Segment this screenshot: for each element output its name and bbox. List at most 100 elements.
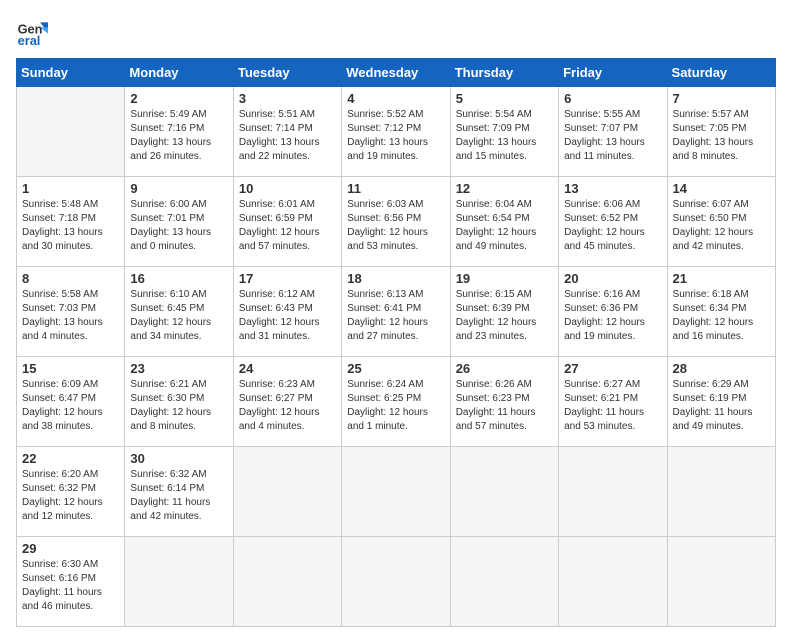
day-number: 7	[673, 91, 770, 106]
day-info: Sunrise: 5:57 AMSunset: 7:05 PMDaylight:…	[673, 108, 770, 164]
calendar-cell	[342, 537, 450, 627]
week-row-3: 8 Sunrise: 5:58 AMSunset: 7:03 PMDayligh…	[17, 267, 776, 357]
calendar-cell: 8 Sunrise: 5:58 AMSunset: 7:03 PMDayligh…	[17, 267, 125, 357]
calendar-cell: 16 Sunrise: 6:10 AMSunset: 6:45 PMDaylig…	[125, 267, 233, 357]
day-number: 29	[22, 541, 119, 556]
day-info: Sunrise: 6:09 AMSunset: 6:47 PMDaylight:…	[22, 378, 119, 434]
day-number: 23	[130, 361, 227, 376]
day-info: Sunrise: 5:58 AMSunset: 7:03 PMDaylight:…	[22, 288, 119, 344]
day-number: 5	[456, 91, 553, 106]
calendar-cell: 4 Sunrise: 5:52 AMSunset: 7:12 PMDayligh…	[342, 87, 450, 177]
day-info: Sunrise: 6:12 AMSunset: 6:43 PMDaylight:…	[239, 288, 336, 344]
day-number: 15	[22, 361, 119, 376]
day-info: Sunrise: 5:52 AMSunset: 7:12 PMDaylight:…	[347, 108, 444, 164]
calendar-cell: 9 Sunrise: 6:00 AMSunset: 7:01 PMDayligh…	[125, 177, 233, 267]
calendar-cell	[233, 537, 341, 627]
day-info: Sunrise: 6:10 AMSunset: 6:45 PMDaylight:…	[130, 288, 227, 344]
calendar-cell: 10 Sunrise: 6:01 AMSunset: 6:59 PMDaylig…	[233, 177, 341, 267]
week-row-5: 22 Sunrise: 6:20 AMSunset: 6:32 PMDaylig…	[17, 447, 776, 537]
day-info: Sunrise: 5:49 AMSunset: 7:16 PMDaylight:…	[130, 108, 227, 164]
day-number: 22	[22, 451, 119, 466]
calendar-cell: 22 Sunrise: 6:20 AMSunset: 6:32 PMDaylig…	[17, 447, 125, 537]
calendar-cell: 28 Sunrise: 6:29 AMSunset: 6:19 PMDaylig…	[667, 357, 775, 447]
col-header-wednesday: Wednesday	[342, 59, 450, 87]
calendar-cell: 5 Sunrise: 5:54 AMSunset: 7:09 PMDayligh…	[450, 87, 558, 177]
calendar-cell	[667, 537, 775, 627]
svg-text:eral: eral	[18, 33, 41, 48]
calendar-cell	[17, 87, 125, 177]
day-number: 14	[673, 181, 770, 196]
day-number: 10	[239, 181, 336, 196]
day-info: Sunrise: 6:04 AMSunset: 6:54 PMDaylight:…	[456, 198, 553, 254]
calendar-cell: 19 Sunrise: 6:15 AMSunset: 6:39 PMDaylig…	[450, 267, 558, 357]
day-info: Sunrise: 6:32 AMSunset: 6:14 PMDaylight:…	[130, 468, 227, 524]
page-header: Gen eral	[16, 16, 776, 48]
week-row-1: 2 Sunrise: 5:49 AMSunset: 7:16 PMDayligh…	[17, 87, 776, 177]
week-row-6: 29 Sunrise: 6:30 AMSunset: 6:16 PMDaylig…	[17, 537, 776, 627]
day-info: Sunrise: 6:16 AMSunset: 6:36 PMDaylight:…	[564, 288, 661, 344]
calendar-cell: 27 Sunrise: 6:27 AMSunset: 6:21 PMDaylig…	[559, 357, 667, 447]
day-number: 18	[347, 271, 444, 286]
calendar-body: 2 Sunrise: 5:49 AMSunset: 7:16 PMDayligh…	[17, 87, 776, 627]
calendar-cell: 18 Sunrise: 6:13 AMSunset: 6:41 PMDaylig…	[342, 267, 450, 357]
col-header-saturday: Saturday	[667, 59, 775, 87]
day-info: Sunrise: 6:13 AMSunset: 6:41 PMDaylight:…	[347, 288, 444, 344]
col-header-thursday: Thursday	[450, 59, 558, 87]
day-number: 25	[347, 361, 444, 376]
calendar-cell	[667, 447, 775, 537]
day-number: 17	[239, 271, 336, 286]
day-info: Sunrise: 6:30 AMSunset: 6:16 PMDaylight:…	[22, 558, 119, 614]
day-number: 9	[130, 181, 227, 196]
calendar-cell: 6 Sunrise: 5:55 AMSunset: 7:07 PMDayligh…	[559, 87, 667, 177]
calendar-cell: 21 Sunrise: 6:18 AMSunset: 6:34 PMDaylig…	[667, 267, 775, 357]
day-info: Sunrise: 6:18 AMSunset: 6:34 PMDaylight:…	[673, 288, 770, 344]
week-row-2: 1 Sunrise: 5:48 AMSunset: 7:18 PMDayligh…	[17, 177, 776, 267]
calendar-cell	[450, 447, 558, 537]
day-number: 19	[456, 271, 553, 286]
calendar-cell: 2 Sunrise: 5:49 AMSunset: 7:16 PMDayligh…	[125, 87, 233, 177]
day-number: 8	[22, 271, 119, 286]
day-number: 30	[130, 451, 227, 466]
day-number: 1	[22, 181, 119, 196]
day-number: 26	[456, 361, 553, 376]
day-info: Sunrise: 5:51 AMSunset: 7:14 PMDaylight:…	[239, 108, 336, 164]
day-info: Sunrise: 5:54 AMSunset: 7:09 PMDaylight:…	[456, 108, 553, 164]
calendar-cell: 15 Sunrise: 6:09 AMSunset: 6:47 PMDaylig…	[17, 357, 125, 447]
day-number: 20	[564, 271, 661, 286]
calendar-cell: 17 Sunrise: 6:12 AMSunset: 6:43 PMDaylig…	[233, 267, 341, 357]
calendar-cell: 24 Sunrise: 6:23 AMSunset: 6:27 PMDaylig…	[233, 357, 341, 447]
day-number: 28	[673, 361, 770, 376]
day-info: Sunrise: 6:01 AMSunset: 6:59 PMDaylight:…	[239, 198, 336, 254]
calendar-cell	[559, 537, 667, 627]
day-number: 6	[564, 91, 661, 106]
day-number: 2	[130, 91, 227, 106]
day-info: Sunrise: 6:29 AMSunset: 6:19 PMDaylight:…	[673, 378, 770, 434]
calendar-header-row: SundayMondayTuesdayWednesdayThursdayFrid…	[17, 59, 776, 87]
day-info: Sunrise: 6:00 AMSunset: 7:01 PMDaylight:…	[130, 198, 227, 254]
day-info: Sunrise: 6:20 AMSunset: 6:32 PMDaylight:…	[22, 468, 119, 524]
day-number: 11	[347, 181, 444, 196]
day-info: Sunrise: 6:26 AMSunset: 6:23 PMDaylight:…	[456, 378, 553, 434]
day-number: 21	[673, 271, 770, 286]
calendar-cell: 11 Sunrise: 6:03 AMSunset: 6:56 PMDaylig…	[342, 177, 450, 267]
calendar-cell	[342, 447, 450, 537]
day-info: Sunrise: 6:23 AMSunset: 6:27 PMDaylight:…	[239, 378, 336, 434]
col-header-tuesday: Tuesday	[233, 59, 341, 87]
day-number: 24	[239, 361, 336, 376]
day-number: 12	[456, 181, 553, 196]
calendar-cell: 13 Sunrise: 6:06 AMSunset: 6:52 PMDaylig…	[559, 177, 667, 267]
calendar-cell: 25 Sunrise: 6:24 AMSunset: 6:25 PMDaylig…	[342, 357, 450, 447]
day-number: 3	[239, 91, 336, 106]
calendar-cell	[559, 447, 667, 537]
calendar-cell: 14 Sunrise: 6:07 AMSunset: 6:50 PMDaylig…	[667, 177, 775, 267]
logo: Gen eral	[16, 16, 52, 48]
day-info: Sunrise: 6:15 AMSunset: 6:39 PMDaylight:…	[456, 288, 553, 344]
calendar-table: SundayMondayTuesdayWednesdayThursdayFrid…	[16, 58, 776, 627]
day-info: Sunrise: 6:27 AMSunset: 6:21 PMDaylight:…	[564, 378, 661, 434]
calendar-cell	[233, 447, 341, 537]
calendar-cell: 30 Sunrise: 6:32 AMSunset: 6:14 PMDaylig…	[125, 447, 233, 537]
col-header-friday: Friday	[559, 59, 667, 87]
calendar-cell: 3 Sunrise: 5:51 AMSunset: 7:14 PMDayligh…	[233, 87, 341, 177]
calendar-cell: 7 Sunrise: 5:57 AMSunset: 7:05 PMDayligh…	[667, 87, 775, 177]
calendar-cell: 29 Sunrise: 6:30 AMSunset: 6:16 PMDaylig…	[17, 537, 125, 627]
